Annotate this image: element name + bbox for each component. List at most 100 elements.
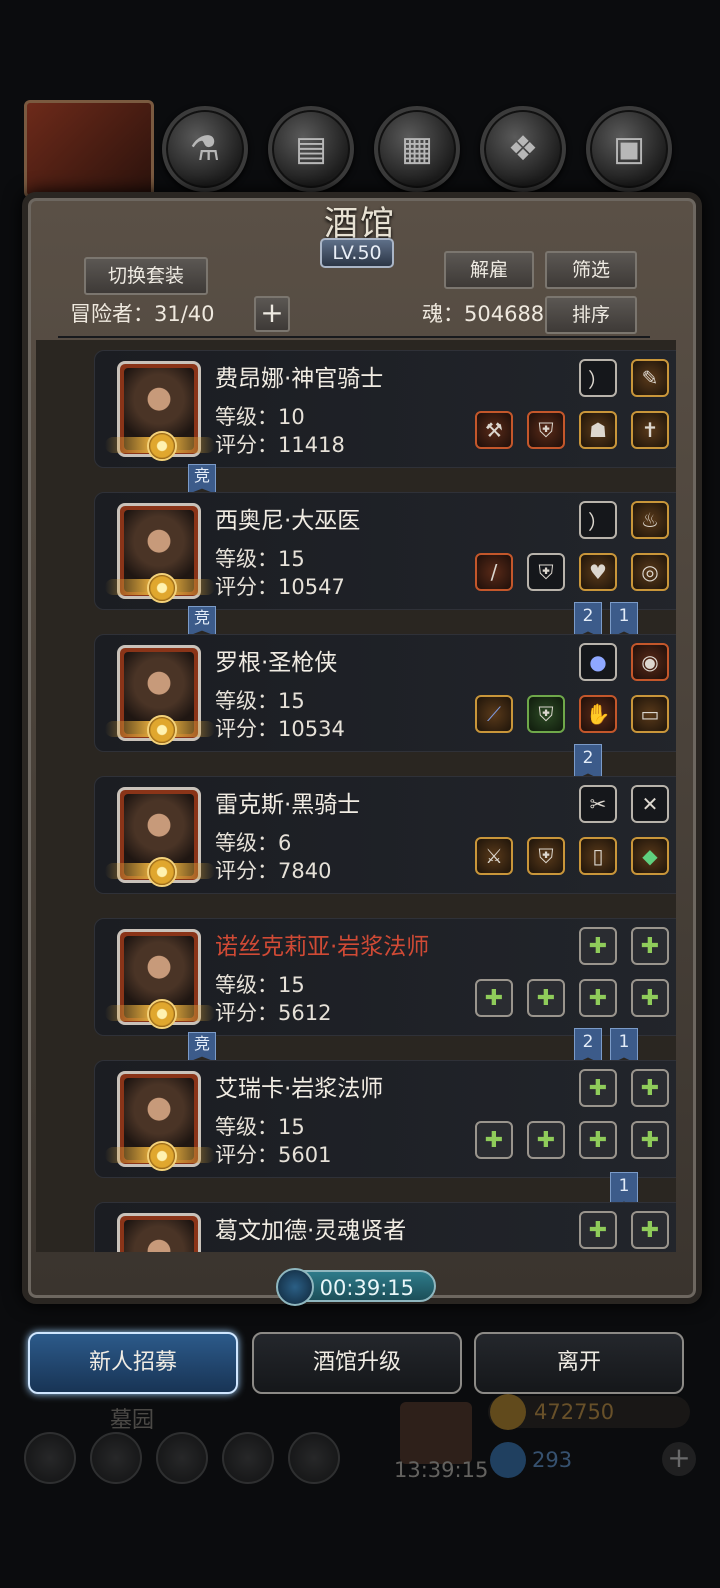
gem-currency-icon [490, 1442, 526, 1478]
empty-slot-add-icon[interactable]: ✚ [579, 979, 617, 1017]
feather-icon[interactable]: ✎ [631, 359, 669, 397]
hero-score: 评分：10547 [215, 575, 345, 599]
team-1-flag: 1 [610, 1028, 638, 1064]
hero-level: 等级：10 [215, 405, 305, 429]
empty-slot-add-icon[interactable]: ✚ [631, 979, 669, 1017]
rank-sun-icon [147, 573, 177, 603]
hero-level: 等级：15 [215, 1115, 305, 1139]
hero-card[interactable]: 罗根·圣枪侠 等级：15 评分：10534 ● ◉ ⟋ ⛨ ✋ ▭ [94, 634, 676, 752]
book-category-icon[interactable]: ▤ [268, 106, 354, 192]
amulet-icon[interactable]: ✝ [631, 411, 669, 449]
arena-marker: 竞 [188, 464, 216, 494]
scroll-icon[interactable]: ▭ [631, 695, 669, 733]
hero-name: 雷克斯·黑骑士 [215, 792, 361, 818]
empty-slot-add-icon[interactable]: ✚ [631, 927, 669, 965]
spear-icon[interactable]: ⟋ [475, 695, 513, 733]
hero-score: 评分：5612 [215, 1001, 332, 1025]
recruit-button[interactable]: 新人招募 [28, 1332, 238, 1394]
hero-name: 罗根·圣枪侠 [215, 650, 338, 676]
chest-armor-icon[interactable]: ⛨ [527, 695, 565, 733]
shield-icon[interactable]: ◉ [631, 643, 669, 681]
empty-slot-add-icon[interactable]: ✚ [579, 1069, 617, 1107]
lantern-icon[interactable]: ♨ [631, 501, 669, 539]
potion-category-icon[interactable]: ⚗ [162, 106, 248, 192]
leave-button[interactable]: 离开 [474, 1332, 684, 1394]
bow-icon[interactable]: ） [579, 359, 617, 397]
star-icon[interactable] [90, 1432, 142, 1484]
hero-level: 等级：15 [215, 973, 305, 997]
empty-slot-add-icon[interactable]: ✚ [579, 1121, 617, 1159]
team-1-flag: 1 [610, 602, 638, 638]
hero-card[interactable]: 费昂娜·神官骑士 等级：10 评分：11418 ） ✎ ⚒ ⛨ ☗ ✝ [94, 350, 676, 468]
armor-icon[interactable]: ⛨ [527, 411, 565, 449]
empty-slot-add-icon[interactable]: ✚ [631, 1069, 669, 1107]
switch-outfit-button[interactable]: 切换套装 [84, 257, 208, 295]
empty-slot-add-icon[interactable]: ✚ [631, 1211, 669, 1249]
hero-score: 评分：11418 [215, 433, 345, 457]
add-gems-icon[interactable]: + [662, 1442, 696, 1476]
hero-card[interactable]: 诺丝克莉亚·岩浆法师 等级：15 评分：5612 ✚ ✚ ✚ ✚ ✚ ✚ [94, 918, 676, 1036]
armor-icon[interactable]: ⛨ [527, 837, 565, 875]
gift-timer: 13:39:15 [394, 1458, 489, 1482]
hero-card[interactable]: 雷克斯·黑骑士 等级：6 评分：7840 ✂ ✕ ⚔ ⛨ ▯ ◆ [94, 776, 676, 894]
hammer-icon[interactable]: ⚒ [475, 411, 513, 449]
stairs-category-icon[interactable]: ▦ [374, 106, 460, 192]
hero-name: 西奥尼·大巫医 [215, 508, 361, 534]
empty-slot-add-icon[interactable]: ✚ [579, 1211, 617, 1249]
team-2-flag: 2 [574, 602, 602, 638]
orb-icon[interactable]: ● [579, 643, 617, 681]
mail-icon[interactable] [222, 1432, 274, 1484]
empty-slot-add-icon[interactable]: ✚ [579, 927, 617, 965]
rank-sun-icon [147, 715, 177, 745]
arena-marker: 竞 [188, 606, 216, 636]
empty-slot-add-icon[interactable]: ✚ [527, 979, 565, 1017]
gift-box-icon[interactable] [400, 1402, 472, 1464]
hero-card[interactable]: 葛文加德·灵魂贤者 ✚ ✚ [94, 1202, 676, 1252]
compass-icon[interactable]: ◎ [631, 553, 669, 591]
hero-level: 等级：15 [215, 689, 305, 713]
gem-icon[interactable]: ◆ [631, 837, 669, 875]
hero-list[interactable]: 费昂娜·神官骑士 等级：10 评分：11418 ） ✎ ⚒ ⛨ ☗ ✝ 竞 西奥… [36, 340, 676, 1252]
empty-slot-add-icon[interactable]: ✚ [631, 1121, 669, 1159]
add-adventurer-button[interactable]: + [254, 296, 290, 332]
cup-icon[interactable]: ▯ [579, 837, 617, 875]
dagger-icon[interactable]: ✂ [579, 785, 617, 823]
soul-currency: 魂：504688 [422, 302, 545, 326]
adventurer-count: 冒险者：31/40 [70, 302, 215, 326]
sort-button[interactable]: 排序 [545, 296, 637, 334]
bow-icon[interactable]: ） [579, 501, 617, 539]
gear-icon[interactable] [288, 1432, 340, 1484]
gauntlet-icon[interactable]: ✋ [579, 695, 617, 733]
settings-icon[interactable] [24, 1432, 76, 1484]
hero-level: 等级：15 [215, 547, 305, 571]
hero-level: 等级：6 [215, 831, 292, 855]
sword-icon[interactable]: ⚔ [475, 837, 513, 875]
tavern-level-badge: LV.50 [320, 238, 394, 268]
dismiss-button[interactable]: 解雇 [444, 251, 534, 289]
crossbow-icon[interactable]: ✕ [631, 785, 669, 823]
hero-portrait [117, 1213, 201, 1252]
hero-name: 葛文加德·灵魂贤者 [215, 1218, 407, 1244]
filter-button[interactable]: 筛选 [545, 251, 637, 289]
gold-coin-icon [490, 1394, 526, 1430]
staff-icon[interactable]: / [475, 553, 513, 591]
forge-category-icon[interactable]: ▣ [586, 106, 672, 192]
necklace-icon[interactable]: ♥ [579, 553, 617, 591]
empty-slot-add-icon[interactable]: ✚ [475, 979, 513, 1017]
upgrade-tavern-button[interactable]: 酒馆升级 [252, 1332, 462, 1394]
crystal-category-icon[interactable]: ❖ [480, 106, 566, 192]
hero-score: 评分：5601 [215, 1143, 332, 1167]
hero-score: 评分：7840 [215, 859, 332, 883]
empty-slot-add-icon[interactable]: ✚ [527, 1121, 565, 1159]
hero-card[interactable]: 西奥尼·大巫医 等级：15 评分：10547 ） ♨ / ⛨ ♥ ◎ [94, 492, 676, 610]
empty-slot-add-icon[interactable]: ✚ [475, 1121, 513, 1159]
helmet-icon[interactable]: ☗ [579, 411, 617, 449]
hero-card[interactable]: 艾瑞卡·岩浆法师 等级：15 评分：5601 ✚ ✚ ✚ ✚ ✚ ✚ [94, 1060, 676, 1178]
player-avatar[interactable] [24, 100, 154, 198]
team-2-flag: 2 [574, 1028, 602, 1064]
divider [58, 336, 650, 338]
rank-sun-icon [147, 999, 177, 1029]
armor-icon[interactable]: ⛨ [527, 553, 565, 591]
gate-icon[interactable] [156, 1432, 208, 1484]
team-2-flag: 2 [574, 744, 602, 780]
